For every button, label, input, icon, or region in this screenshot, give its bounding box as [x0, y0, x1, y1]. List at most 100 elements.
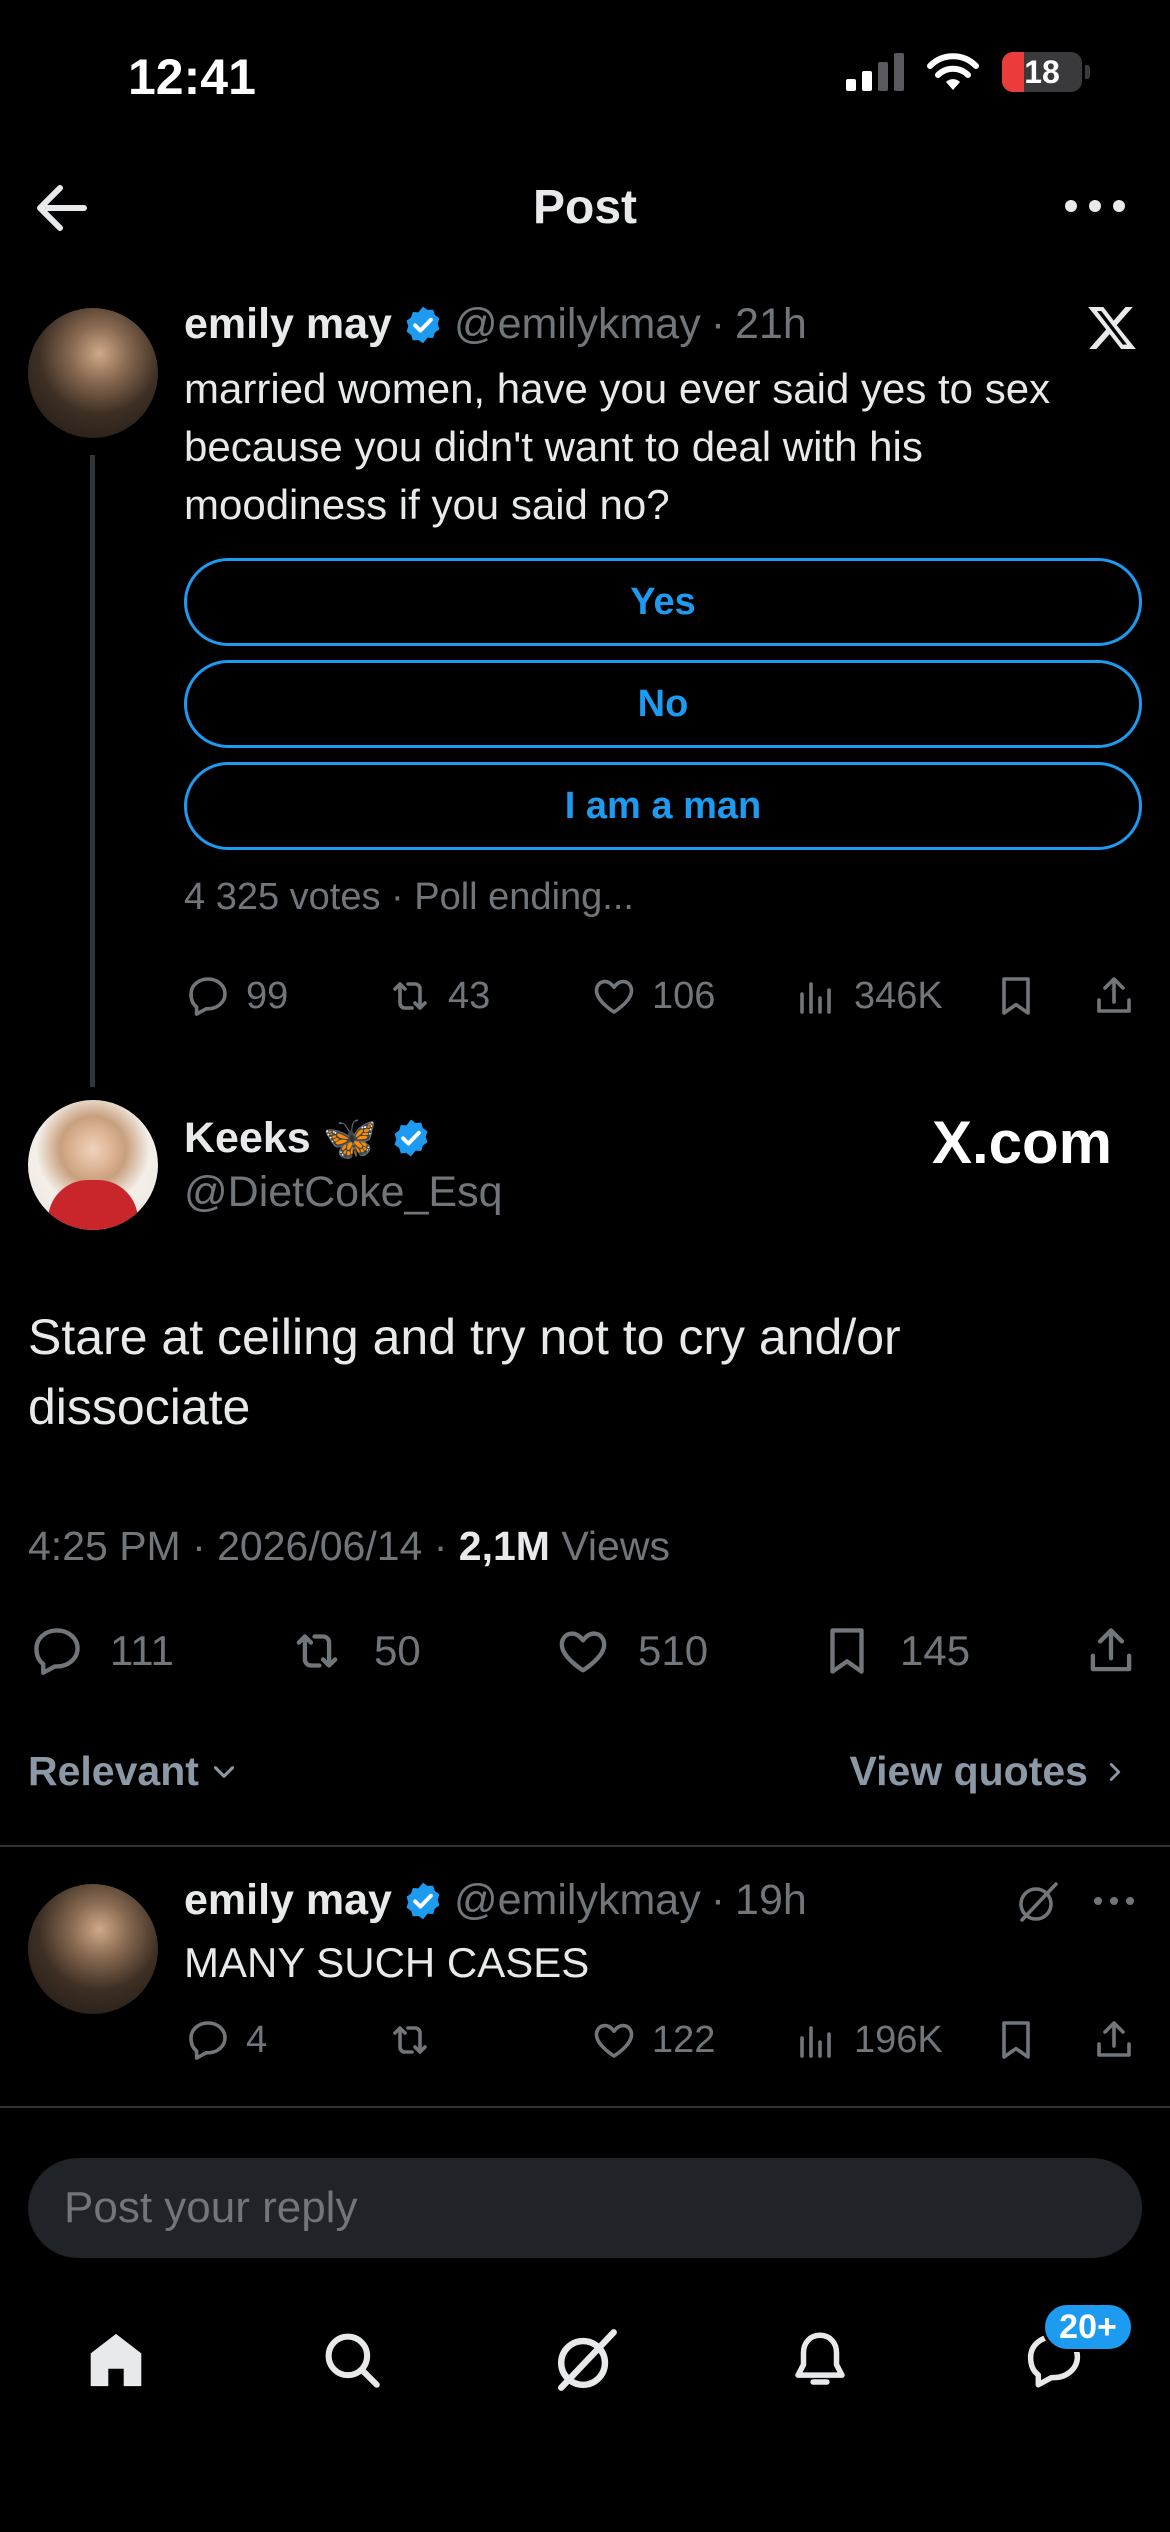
- repost-icon: [393, 982, 427, 1010]
- views-button[interactable]: 346K: [792, 972, 943, 1020]
- search-icon: [325, 2333, 380, 2388]
- verified-badge-icon: [394, 1119, 427, 1157]
- author-name[interactable]: Keeks: [184, 1114, 311, 1163]
- messages-badge: 20+: [1042, 2302, 1134, 2352]
- tab-grok[interactable]: [546, 2320, 626, 2400]
- share-icon: [1097, 977, 1131, 1013]
- reply-button[interactable]: 99: [184, 972, 288, 1020]
- view-quotes-link[interactable]: View quotes: [850, 1748, 1130, 1795]
- avatar[interactable]: [28, 1884, 158, 2014]
- views-count: 196K: [854, 2018, 943, 2061]
- post-meta: 4:25 PM · 2026/06/14 · 2,1M Views: [28, 1523, 670, 1570]
- bookmark-button[interactable]: [992, 972, 1040, 1020]
- repost-icon: [296, 1634, 338, 1668]
- bookmark-count: 145: [900, 1627, 971, 1674]
- poll-meta: 4 325 votes · Poll ending...: [184, 876, 634, 918]
- status-icons: 18: [846, 52, 1090, 92]
- like-count: 510: [638, 1627, 709, 1674]
- bookmark-button[interactable]: 145: [818, 1622, 970, 1680]
- author-handle[interactable]: @DietCoke_Esq: [184, 1168, 503, 1217]
- sort-label: Relevant: [28, 1748, 199, 1794]
- reply-icon: [189, 2021, 227, 2060]
- battery-level: 18: [1024, 53, 1060, 90]
- more-dots-icon: [1094, 1897, 1134, 1905]
- tab-search[interactable]: [312, 2320, 392, 2400]
- divider: [0, 1845, 1170, 1847]
- bookmark-icon: [830, 1628, 864, 1674]
- repost-button[interactable]: [386, 2016, 448, 2064]
- post-header: emily may @emilykmay · 21h: [184, 300, 807, 349]
- repost-button[interactable]: 43: [386, 972, 490, 1020]
- home-icon: [90, 2333, 142, 2387]
- views-label: Views: [549, 1523, 670, 1569]
- like-button[interactable]: 122: [590, 2016, 715, 2064]
- repost-button[interactable]: 50: [284, 1622, 421, 1680]
- reply-more-button[interactable]: [1090, 1888, 1138, 1914]
- verified-badge-icon: [406, 306, 440, 343]
- author-name[interactable]: emily may: [184, 300, 392, 349]
- share-icon: [1097, 2021, 1131, 2057]
- reply-icon: [34, 1628, 80, 1675]
- poll-option-yes[interactable]: Yes: [184, 558, 1142, 646]
- divider: [0, 2106, 1170, 2108]
- views-chart-icon: [800, 982, 831, 1014]
- separator: ·: [710, 1876, 726, 1924]
- chevron-right-icon: [1109, 1762, 1121, 1781]
- heart-icon: [594, 2023, 634, 2058]
- views-button[interactable]: 196K: [792, 2016, 943, 2064]
- page-title: Post: [532, 181, 637, 234]
- share-button[interactable]: [1090, 2016, 1138, 2064]
- views-count: 346K: [854, 974, 943, 1017]
- poll-option-no[interactable]: No: [184, 660, 1142, 748]
- post-time: 19h: [735, 1876, 807, 1924]
- thread-line: [90, 455, 95, 1087]
- like-button[interactable]: 510: [552, 1622, 708, 1680]
- bookmark-button[interactable]: [992, 2016, 1040, 2064]
- reply-text: MANY SUCH CASES: [184, 1939, 590, 1986]
- author-name[interactable]: emily may: [184, 1876, 392, 1925]
- reply-button[interactable]: 4: [184, 2016, 267, 2064]
- more-dots-icon: [1065, 200, 1125, 212]
- x-com-watermark: X.com: [931, 1109, 1112, 1176]
- battery-indicator: 18: [1002, 52, 1082, 92]
- reply-count: 99: [246, 974, 289, 1017]
- like-button[interactable]: 106: [590, 972, 715, 1020]
- view-quotes-label: View quotes: [849, 1748, 1088, 1794]
- reply-input[interactable]: Post your reply: [28, 2158, 1142, 2258]
- share-icon: [1090, 1628, 1132, 1672]
- bookmark-icon: [1002, 2021, 1030, 2059]
- grok-icon: [1019, 1882, 1058, 1922]
- separator: ·: [710, 300, 726, 348]
- main-post-header: Keeks 🦋: [184, 1112, 432, 1164]
- sort-dropdown[interactable]: Relevant: [28, 1748, 241, 1795]
- post-text: married women, have you ever said yes to…: [184, 365, 1051, 528]
- share-button[interactable]: [1090, 972, 1138, 1020]
- author-handle[interactable]: @emilykmay: [454, 300, 701, 349]
- author-handle[interactable]: @emilykmay: [454, 1876, 701, 1925]
- tab-home[interactable]: [76, 2320, 156, 2400]
- grok-button[interactable]: [1014, 1878, 1062, 1926]
- reply-placeholder: Post your reply: [64, 2183, 358, 2232]
- reply-icon: [189, 977, 227, 1016]
- grok-icon: [558, 2329, 617, 2391]
- like-count: 122: [652, 2018, 716, 2061]
- avatar[interactable]: [28, 1100, 158, 1230]
- reply-button[interactable]: 111: [28, 1622, 174, 1680]
- share-button[interactable]: [1082, 1622, 1140, 1680]
- post-time: 21h: [735, 300, 807, 348]
- poll-option-man[interactable]: I am a man: [184, 762, 1142, 850]
- cellular-signal-icon: [846, 53, 904, 91]
- bell-icon: [795, 2332, 845, 2385]
- views-total: 2,1M: [458, 1523, 550, 1569]
- like-count: 106: [652, 974, 716, 1017]
- x-logo-icon: [1086, 302, 1138, 354]
- verified-badge-icon: [406, 1882, 440, 1919]
- repost-count: 50: [374, 1627, 421, 1674]
- butterfly-emoji: 🦋: [322, 1114, 378, 1163]
- more-options-button[interactable]: [1060, 186, 1130, 226]
- reply-count: 111: [110, 1627, 174, 1674]
- main-post-text: Stare at ceiling and try not to cry and/…: [28, 1309, 901, 1435]
- avatar[interactable]: [28, 308, 158, 438]
- reply-count: 4: [246, 2018, 268, 2061]
- tab-notifications[interactable]: [780, 2320, 860, 2400]
